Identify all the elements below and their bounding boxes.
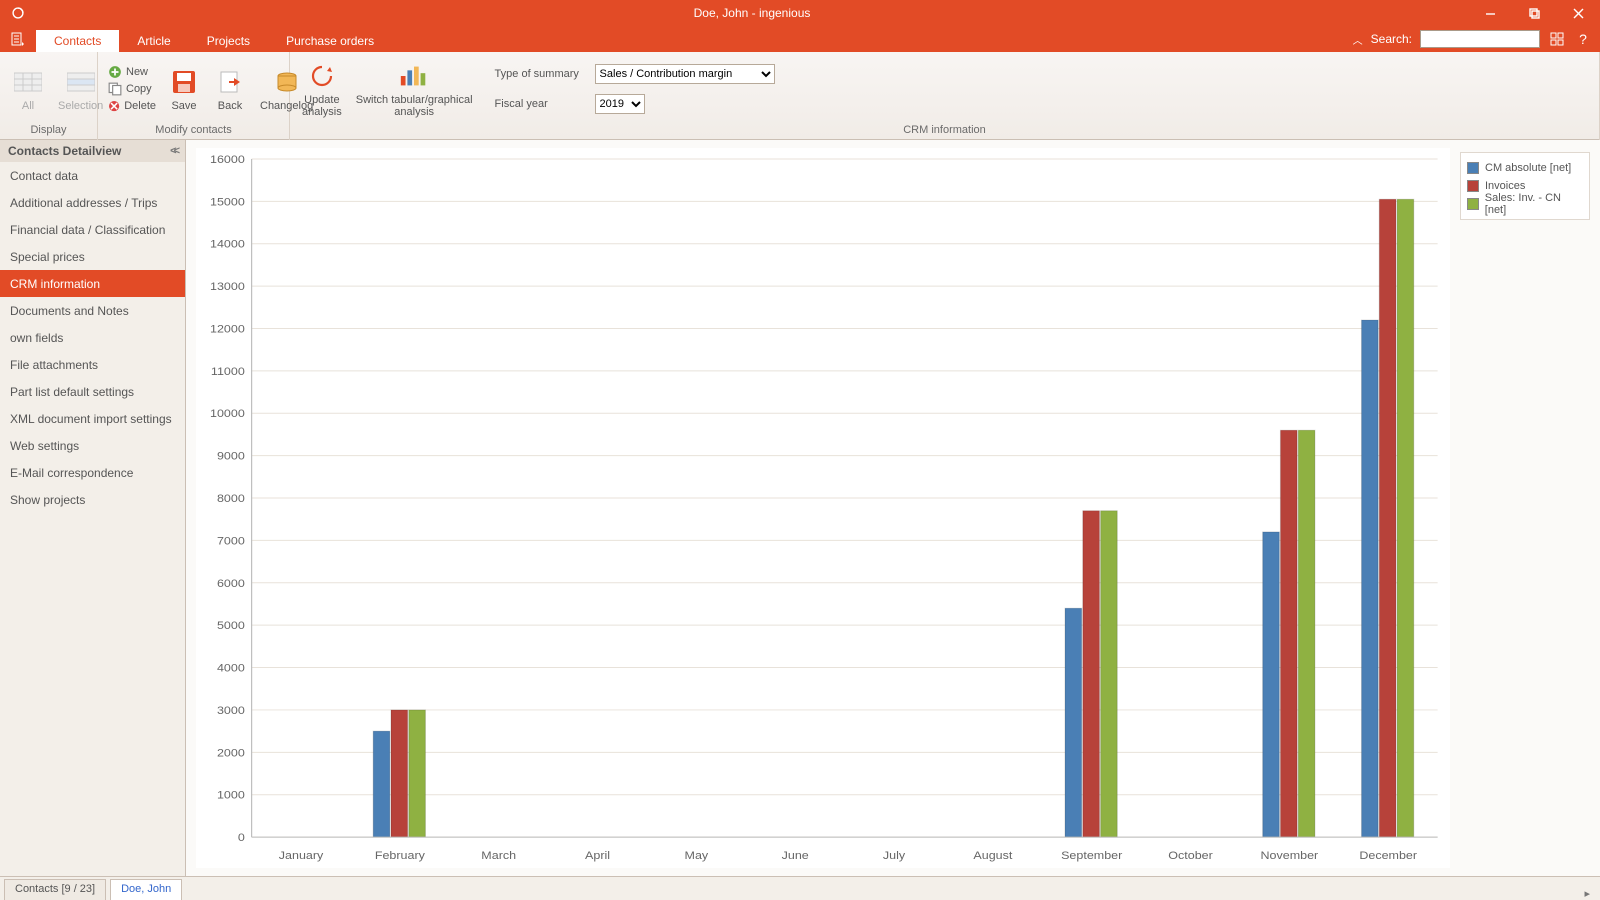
sidebar-item-contact-data[interactable]: Contact data — [0, 162, 185, 189]
sidebar-item-part-list-default-settings[interactable]: Part list default settings — [0, 378, 185, 405]
app-logo — [0, 6, 36, 20]
fiscal-year-select[interactable]: 2019 — [595, 94, 645, 114]
bottom-tabs: Contacts [9 / 23] Doe, John ▸ — [0, 876, 1600, 900]
svg-text:10000: 10000 — [210, 408, 245, 420]
new-button[interactable]: New — [104, 64, 160, 80]
svg-text:0: 0 — [238, 832, 245, 844]
advanced-search-icon[interactable] — [1548, 30, 1566, 48]
tab-projects[interactable]: Projects — [189, 30, 268, 52]
delete-icon — [108, 99, 120, 113]
back-button[interactable]: Back — [208, 64, 252, 114]
chart-area: 0 1000 2000 3000 4000 5000 6000 7000 8000 9000 100… — [186, 140, 1600, 876]
svg-text:6000: 6000 — [217, 577, 245, 589]
chart-plot: 0 1000 2000 3000 4000 5000 6000 7000 8000 9000 100… — [196, 148, 1450, 868]
svg-text:August: August — [973, 850, 1013, 862]
app-menu-button[interactable] — [0, 26, 36, 52]
legend-swatch — [1467, 198, 1479, 210]
close-button[interactable] — [1556, 0, 1600, 26]
sidebar-item-financial-data-classification[interactable]: Financial data / Classification — [0, 216, 185, 243]
ribbon: All Selection Display New Copy Delete Sa… — [0, 52, 1600, 140]
svg-text:16000: 16000 — [210, 154, 245, 166]
collapse-icon[interactable]: << — [170, 145, 177, 157]
sidebar-item-special-prices[interactable]: Special prices — [0, 243, 185, 270]
delete-button[interactable]: Delete — [104, 98, 160, 114]
tab-purchase-orders[interactable]: Purchase orders — [268, 30, 392, 52]
sidebar-item-crm-information[interactable]: CRM information — [0, 270, 185, 297]
save-button[interactable]: Save — [162, 64, 206, 114]
svg-text:3000: 3000 — [217, 705, 245, 717]
sidebar-item-web-settings[interactable]: Web settings — [0, 432, 185, 459]
crm-group-label: CRM information — [290, 124, 1599, 140]
search-label: Search: — [1371, 32, 1412, 46]
bottom-tab-contacts[interactable]: Contacts [9 / 23] — [4, 879, 106, 900]
sidebar-header: Contacts Detailview << — [0, 140, 185, 162]
svg-text:1000: 1000 — [217, 789, 245, 801]
svg-text:September: September — [1061, 850, 1122, 862]
update-analysis-button[interactable]: Update analysis — [296, 58, 348, 120]
legend-item: CM absolute [net] — [1467, 159, 1583, 177]
switch-analysis-button[interactable]: Switch tabular/graphical analysis — [350, 58, 479, 120]
svg-text:14000: 14000 — [210, 238, 245, 250]
svg-text:15000: 15000 — [210, 196, 245, 208]
main-tabs: Contacts Article Projects Purchase order… — [0, 26, 1600, 52]
svg-text:8000: 8000 — [217, 493, 245, 505]
minimize-button[interactable] — [1468, 0, 1512, 26]
svg-text:June: June — [782, 850, 810, 862]
summary-type-select[interactable]: Sales / Contribution margin — [595, 64, 775, 84]
sidebar-item-additional-addresses-trips[interactable]: Additional addresses / Trips — [0, 189, 185, 216]
workspace: Contacts Detailview << Contact dataAddit… — [0, 140, 1600, 876]
help-icon[interactable]: ? — [1574, 30, 1592, 48]
svg-text:December: December — [1359, 850, 1417, 862]
display-group-label: Display — [0, 124, 97, 140]
fiscal-year-label: Fiscal year — [495, 98, 587, 110]
svg-text:February: February — [375, 850, 425, 862]
bottom-tab-detail[interactable]: Doe, John — [110, 879, 182, 900]
window-title: Doe, John - ingenious — [36, 6, 1468, 20]
svg-text:November: November — [1261, 850, 1319, 862]
chart-legend: CM absolute [net]InvoicesSales: Inv. - C… — [1460, 152, 1590, 220]
svg-text:11000: 11000 — [211, 366, 245, 378]
copy-button[interactable]: Copy — [104, 81, 160, 97]
sidebar-item-own-fields[interactable]: own fields — [0, 324, 185, 351]
search-input[interactable] — [1420, 30, 1540, 48]
sidebar-item-e-mail-correspondence[interactable]: E-Mail correspondence — [0, 459, 185, 486]
bottom-scroll-icon[interactable]: ▸ — [1574, 887, 1600, 900]
svg-text:4000: 4000 — [217, 662, 245, 674]
sidebar: Contacts Detailview << Contact dataAddit… — [0, 140, 186, 876]
svg-text:13000: 13000 — [210, 281, 245, 293]
svg-text:12000: 12000 — [210, 323, 245, 335]
svg-text:9000: 9000 — [217, 450, 245, 462]
svg-text:7000: 7000 — [217, 535, 245, 547]
copy-icon — [108, 82, 122, 96]
svg-text:May: May — [685, 850, 709, 862]
svg-text:5000: 5000 — [217, 620, 245, 632]
legend-swatch — [1467, 180, 1479, 192]
all-button[interactable]: All — [6, 64, 50, 114]
legend-item: Sales: Inv. - CN [net] — [1467, 195, 1583, 213]
sidebar-item-documents-and-notes[interactable]: Documents and Notes — [0, 297, 185, 324]
titlebar: Doe, John - ingenious — [0, 0, 1600, 26]
svg-text:March: March — [481, 850, 516, 862]
ribbon-collapse-icon[interactable]: ︿ — [1353, 32, 1363, 47]
svg-text:October: October — [1168, 850, 1213, 862]
summary-type-label: Type of summary — [495, 68, 587, 80]
maximize-button[interactable] — [1512, 0, 1556, 26]
sidebar-item-xml-document-import-settings[interactable]: XML document import settings — [0, 405, 185, 432]
svg-text:April: April — [585, 850, 610, 862]
sidebar-item-show-projects[interactable]: Show projects — [0, 486, 185, 513]
plus-icon — [108, 65, 122, 79]
svg-text:January: January — [279, 850, 324, 862]
sidebar-item-file-attachments[interactable]: File attachments — [0, 351, 185, 378]
tab-contacts[interactable]: Contacts — [36, 30, 119, 52]
legend-swatch — [1467, 162, 1479, 174]
modify-group-label: Modify contacts — [98, 124, 289, 140]
svg-text:July: July — [883, 850, 905, 862]
svg-text:2000: 2000 — [217, 747, 245, 759]
tab-article[interactable]: Article — [119, 30, 188, 52]
